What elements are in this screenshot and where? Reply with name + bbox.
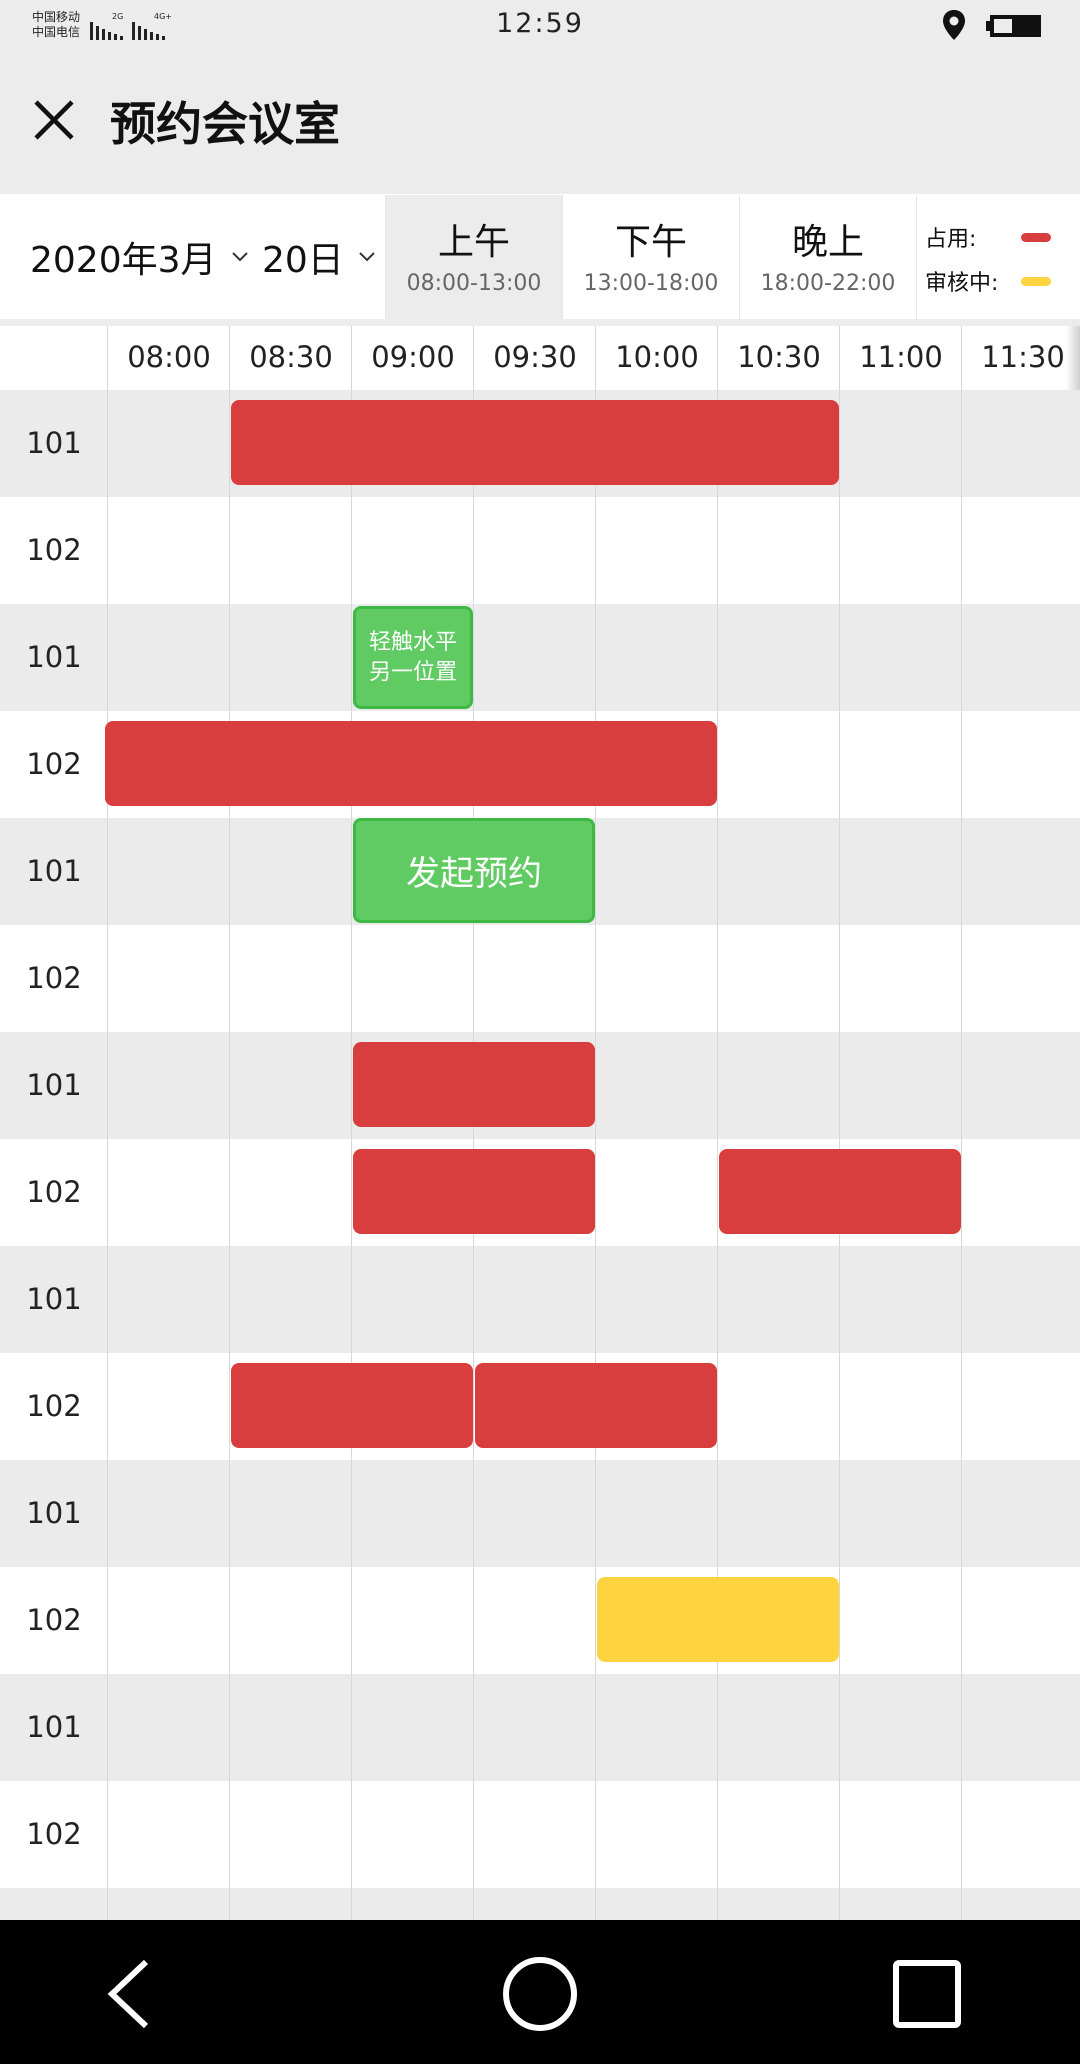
divider xyxy=(0,319,1080,326)
grid-line xyxy=(717,326,718,390)
booking-grid[interactable]: 101 102 101 102 101 102 101 102 101 102 101 102 101 1… xyxy=(0,390,1080,1920)
pending-block xyxy=(597,1577,839,1662)
room-label: 102 xyxy=(26,961,82,995)
grid-line xyxy=(351,326,352,390)
room-label: 101 xyxy=(26,1710,82,1744)
room-label: 102 xyxy=(26,1817,82,1851)
time-column-label: 08:30 xyxy=(249,340,333,374)
time-column-label: 11:30 xyxy=(981,340,1065,374)
room-label: 101 xyxy=(26,854,82,888)
legend-occupied-label: 占用: xyxy=(925,227,977,252)
home-icon[interactable] xyxy=(498,1952,582,2036)
grid-line xyxy=(595,326,596,390)
legend-occupied-swatch xyxy=(1021,233,1051,242)
time-column-label: 09:30 xyxy=(493,340,577,374)
room-row[interactable]: 101 xyxy=(0,1246,1080,1353)
occupied-block xyxy=(353,1042,595,1127)
room-label: 101 xyxy=(0,1888,108,1920)
navigation-bar xyxy=(0,1920,1080,2064)
time-column-label: 08:00 xyxy=(127,340,211,374)
status-legend: 占用: 审核中: xyxy=(916,195,1080,319)
room-row[interactable]: 101 xyxy=(0,1460,1080,1567)
time-header: 08:00 08:30 09:00 09:30 10:00 10:30 11:00 11:30 xyxy=(0,326,1080,390)
period-range: 13:00-18:00 xyxy=(583,271,719,296)
legend-pending-swatch xyxy=(1021,277,1051,286)
grid-line xyxy=(229,326,230,390)
tab-evening[interactable]: 晚上 18:00-22:00 xyxy=(739,195,916,319)
hint-text: 另一位置 xyxy=(368,659,457,685)
occupied-block xyxy=(231,1363,473,1448)
occupied-block xyxy=(475,1363,717,1448)
location-icon xyxy=(943,10,965,40)
hint-tooltip: 轻触水平 另一位置 xyxy=(353,606,473,709)
occupied-block xyxy=(104,721,717,806)
tab-afternoon[interactable]: 下午 13:00-18:00 xyxy=(562,195,739,319)
month-label: 2020年3月 xyxy=(30,240,217,281)
filter-bar: 2020年3月 20日 上午 08:00-13:00 下午 13:00-18:0… xyxy=(0,195,1080,320)
scroll-indicator xyxy=(1066,326,1080,390)
page-title: 预约会议室 xyxy=(110,97,340,151)
month-selector[interactable]: 2020年3月 xyxy=(30,195,249,319)
period-range: 08:00-13:00 xyxy=(406,271,542,296)
period-label: 下午 xyxy=(614,222,687,263)
grid-line xyxy=(961,326,962,390)
room-label: 101 xyxy=(26,1068,82,1102)
occupied-block xyxy=(719,1149,961,1234)
room-label: 102 xyxy=(26,747,82,781)
tab-morning[interactable]: 上午 08:00-13:00 xyxy=(385,195,562,319)
chevron-down-icon xyxy=(359,252,375,262)
time-column-label: 11:00 xyxy=(859,340,943,374)
room-label: 102 xyxy=(26,1389,82,1423)
start-booking-button[interactable]: 发起预约 xyxy=(353,818,595,923)
grid-line xyxy=(595,390,596,1920)
grid-line xyxy=(839,326,840,390)
day-selector[interactable]: 20日 xyxy=(262,195,376,319)
battery-icon xyxy=(986,15,1041,37)
room-label: 101 xyxy=(26,640,82,674)
room-label: 101 xyxy=(26,1496,82,1530)
room-label: 102 xyxy=(26,533,82,567)
time-column-label: 10:30 xyxy=(737,340,821,374)
time-column-label: 09:00 xyxy=(371,340,455,374)
grid-line xyxy=(229,390,230,1920)
status-bar: 中国移动 中国电信 2G 4G+ 12:59 xyxy=(0,0,1080,52)
day-label: 20日 xyxy=(262,240,344,281)
room-row[interactable]: 101 xyxy=(0,604,1080,711)
grid-line xyxy=(473,326,474,390)
room-row[interactable]: 101 xyxy=(0,1888,1080,1920)
grid-line xyxy=(717,390,718,1920)
time-column-label: 10:00 xyxy=(615,340,699,374)
close-icon[interactable] xyxy=(26,92,82,148)
chevron-down-icon xyxy=(231,252,248,262)
room-row[interactable]: 101 xyxy=(0,1674,1080,1781)
room-label: 101 xyxy=(26,1282,82,1316)
back-icon[interactable] xyxy=(88,1952,172,2036)
hint-text: 轻触水平 xyxy=(368,629,457,655)
room-row[interactable]: 102 xyxy=(0,497,1080,604)
legend-pending-label: 审核中: xyxy=(925,271,999,296)
occupied-block xyxy=(353,1149,595,1234)
period-label: 晚上 xyxy=(791,222,864,263)
period-label: 上午 xyxy=(437,222,510,263)
room-label: 102 xyxy=(26,1603,82,1637)
room-row[interactable]: 102 xyxy=(0,1781,1080,1888)
grid-line xyxy=(351,390,352,1920)
title-bar: 预约会议室 xyxy=(0,52,1080,194)
room-row[interactable]: 102 xyxy=(0,925,1080,1032)
room-row[interactable]: 102 xyxy=(0,1567,1080,1674)
occupied-block xyxy=(231,400,839,485)
period-range: 18:00-22:00 xyxy=(760,271,896,296)
grid-line xyxy=(107,326,108,390)
room-label: 101 xyxy=(26,426,82,460)
grid-line xyxy=(961,390,962,1920)
status-clock: 12:59 xyxy=(496,8,584,39)
room-label: 102 xyxy=(26,1175,82,1209)
recents-icon[interactable] xyxy=(885,1952,969,2036)
grid-line xyxy=(107,390,108,1920)
